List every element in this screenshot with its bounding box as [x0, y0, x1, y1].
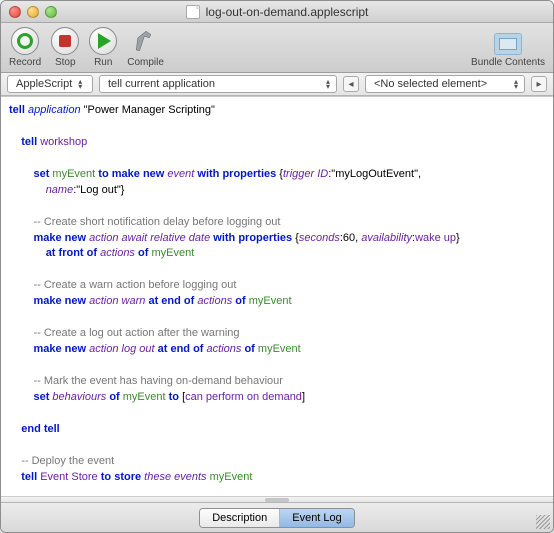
element-popup[interactable]: <No selected element> ▴▾	[365, 75, 525, 93]
nav-next-button[interactable]: ▸	[531, 76, 547, 92]
footer: Description Event Log	[1, 502, 553, 532]
hammer-icon	[132, 27, 160, 55]
titlebar[interactable]: log-out-on-demand.applescript	[1, 1, 553, 23]
run-button[interactable]: Run	[89, 27, 117, 68]
tab-description[interactable]: Description	[200, 509, 280, 527]
bundle-contents-button[interactable]: Bundle Contents	[471, 33, 545, 68]
compile-button[interactable]: Compile	[127, 27, 164, 68]
result-tabs: Description Event Log	[199, 508, 355, 528]
traffic-lights	[9, 6, 57, 18]
record-button[interactable]: Record	[9, 27, 41, 68]
resize-handle[interactable]	[536, 515, 550, 529]
window-title: log-out-on-demand.applescript	[206, 5, 369, 19]
zoom-icon[interactable]	[45, 6, 57, 18]
language-popup[interactable]: AppleScript ▴▾	[7, 75, 93, 93]
target-popup[interactable]: tell current application ▴▾	[99, 75, 337, 93]
chevrons-icon: ▴▾	[78, 79, 82, 89]
chevrons-icon: ▴▾	[326, 79, 330, 89]
bundle-icon	[494, 33, 522, 55]
stop-icon	[59, 35, 71, 47]
nav-prev-button[interactable]: ◂	[343, 76, 359, 92]
play-icon	[98, 33, 111, 49]
tab-event-log[interactable]: Event Log	[280, 509, 354, 527]
script-editor-window: log-out-on-demand.applescript Record Sto…	[0, 0, 554, 533]
record-icon	[17, 33, 33, 49]
navigation-bar: AppleScript ▴▾ tell current application …	[1, 73, 553, 96]
chevrons-icon: ▴▾	[514, 79, 518, 89]
close-icon[interactable]	[9, 6, 21, 18]
toolbar: Record Stop Run Compile Bundle Contents	[1, 23, 553, 73]
document-icon	[186, 5, 200, 19]
minimize-icon[interactable]	[27, 6, 39, 18]
stop-button[interactable]: Stop	[51, 27, 79, 68]
source-code[interactable]: tell application "Power Manager Scriptin…	[3, 101, 551, 496]
code-editor[interactable]: tell application "Power Manager Scriptin…	[1, 96, 553, 496]
